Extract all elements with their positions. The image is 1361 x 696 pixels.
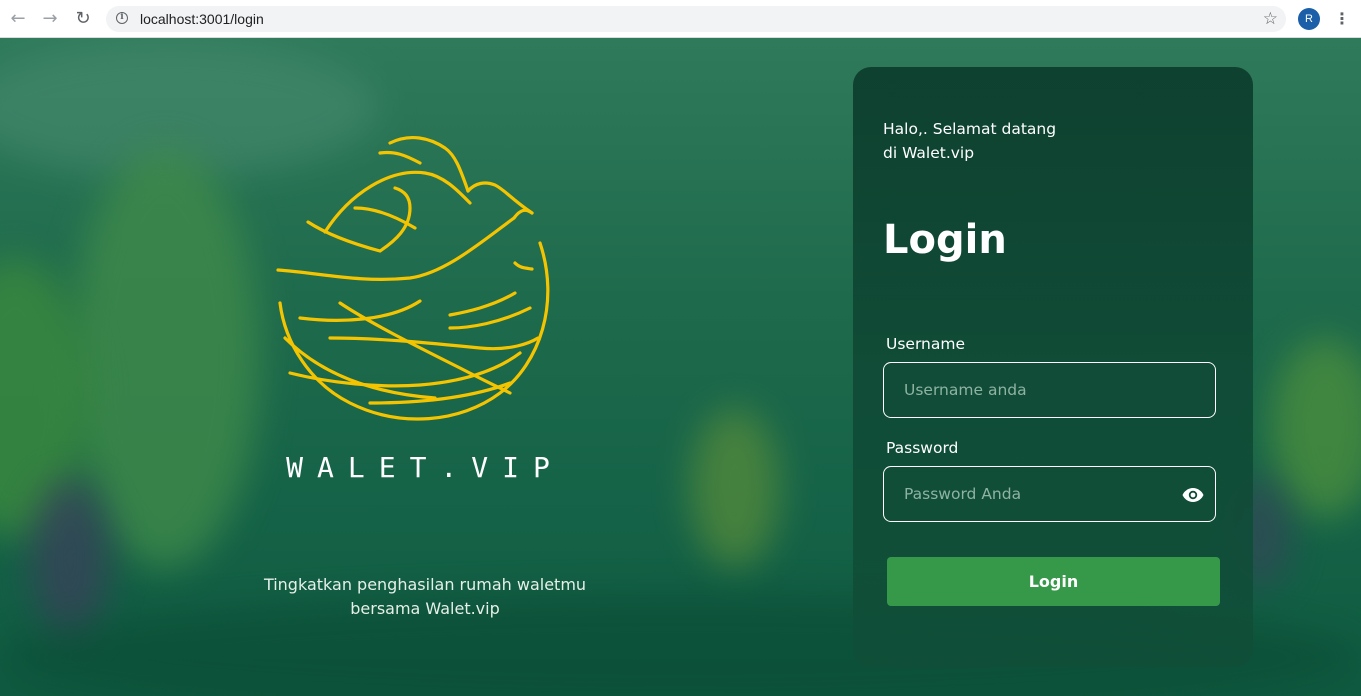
reload-icon[interactable]: ↻ bbox=[72, 8, 94, 30]
address-url[interactable]: localhost:3001/login bbox=[140, 11, 264, 27]
background-shape bbox=[690, 408, 780, 568]
swiftlet-nest-logo-icon bbox=[276, 135, 550, 421]
welcome-line1: Halo,. Selamat datang bbox=[883, 120, 1057, 138]
password-input[interactable] bbox=[884, 467, 1215, 521]
arrow-left-icon[interactable]: ← bbox=[7, 8, 29, 30]
username-input[interactable] bbox=[884, 363, 1215, 417]
password-label: Password bbox=[886, 439, 959, 457]
more-vert-icon[interactable]: ⋮ bbox=[1334, 8, 1350, 30]
password-field[interactable] bbox=[883, 466, 1216, 522]
page-title: Login bbox=[883, 217, 1007, 263]
address-bar[interactable]: i localhost:3001/login ☆ bbox=[106, 6, 1286, 32]
info-icon[interactable]: i bbox=[116, 12, 128, 24]
welcome-line2: di Walet.vip bbox=[883, 144, 975, 162]
welcome-text: Halo,. Selamat datang di Walet.vip bbox=[883, 117, 1083, 165]
background-shape bbox=[30, 478, 110, 638]
browser-toolbar: ← → ↻ i localhost:3001/login ☆ R ⋮ bbox=[0, 0, 1361, 38]
tagline: Tingkatkan penghasilan rumah waletmu ber… bbox=[200, 573, 650, 621]
login-page: WALET.VIP Tingkatkan penghasilan rumah w… bbox=[0, 38, 1361, 696]
profile-avatar[interactable]: R bbox=[1298, 8, 1320, 30]
tagline-line2: bersama Walet.vip bbox=[350, 599, 500, 618]
login-card: Halo,. Selamat datang di Walet.vip Login… bbox=[853, 67, 1253, 667]
username-field[interactable] bbox=[883, 362, 1216, 418]
username-label: Username bbox=[886, 335, 966, 353]
brand-name: WALET.VIP bbox=[286, 451, 564, 484]
arrow-right-icon[interactable]: → bbox=[39, 8, 61, 30]
eye-icon[interactable] bbox=[1181, 483, 1205, 507]
tagline-line1: Tingkatkan penghasilan rumah waletmu bbox=[263, 575, 587, 594]
background-shape bbox=[1270, 338, 1361, 518]
login-button[interactable]: Login bbox=[887, 557, 1220, 606]
star-icon[interactable]: ☆ bbox=[1263, 9, 1278, 29]
